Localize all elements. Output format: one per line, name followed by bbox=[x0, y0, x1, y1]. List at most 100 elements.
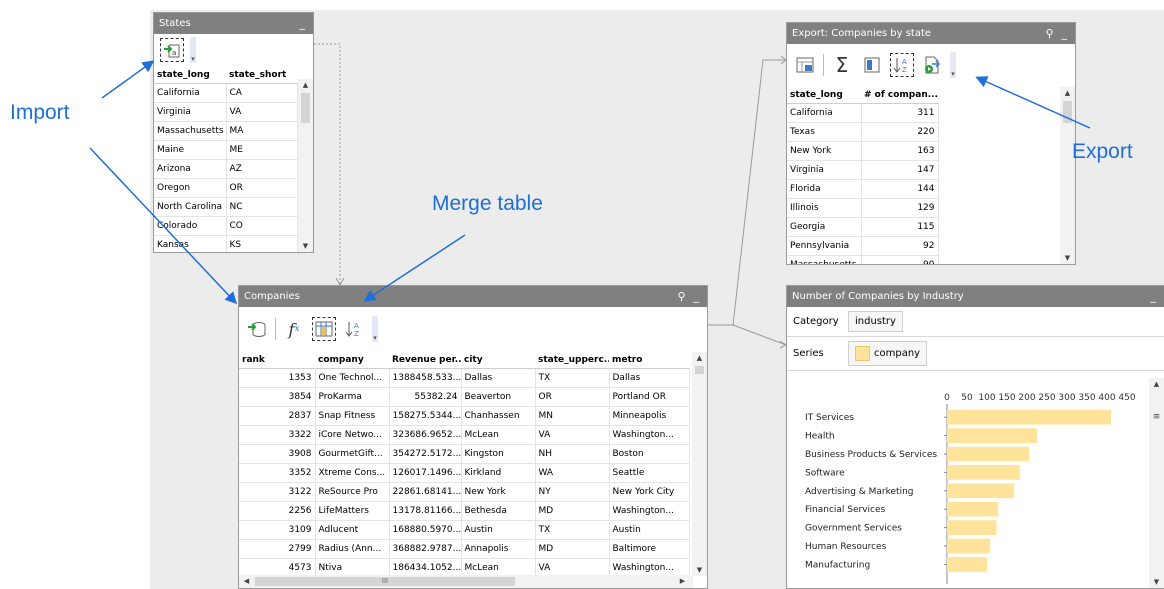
table-row[interactable]: 2837 Snap Fitness 158275.5344... Chanhassen… bbox=[239, 406, 690, 426]
table-cell[interactable]: MD bbox=[535, 539, 610, 559]
table-row[interactable]: 3352 Xtreme Cons... 126017.1496... Kirkland… bbox=[239, 463, 690, 483]
bar[interactable] bbox=[947, 483, 1015, 499]
table-row[interactable]: Oregon OR bbox=[154, 178, 298, 198]
formula-icon[interactable]: fx bbox=[282, 317, 306, 341]
toolbar-overflow-icon[interactable]: ▾ bbox=[190, 37, 196, 63]
table-cell[interactable]: 163 bbox=[861, 141, 939, 161]
table-cell[interactable]: 3322 bbox=[239, 425, 316, 445]
table-cell[interactable]: Florida bbox=[787, 179, 862, 199]
toolbar-overflow-icon[interactable]: ▾ bbox=[950, 52, 956, 78]
table-cell[interactable]: Washington... bbox=[609, 501, 690, 521]
sort-az-icon[interactable]: AZ bbox=[342, 317, 366, 341]
table-cell[interactable]: iCore Netwo... bbox=[315, 425, 390, 445]
table-cell[interactable]: 55382.24 bbox=[389, 387, 462, 407]
table-view-icon[interactable] bbox=[793, 53, 817, 77]
sum-icon[interactable]: Σ bbox=[830, 53, 854, 77]
table-cell[interactable]: OR bbox=[535, 387, 610, 407]
column-header[interactable]: state_long bbox=[787, 86, 861, 104]
table-cell[interactable]: TX bbox=[535, 520, 610, 540]
table-row[interactable]: Arizona AZ bbox=[154, 159, 298, 179]
table-row[interactable]: New York 163 bbox=[787, 141, 939, 161]
bar[interactable] bbox=[947, 465, 1020, 480]
table-cell[interactable]: Adlucent bbox=[315, 520, 390, 540]
merge-table-icon[interactable] bbox=[312, 317, 336, 341]
table-row[interactable]: California CA bbox=[154, 83, 298, 103]
table-cell[interactable]: Austin bbox=[461, 520, 536, 540]
table-cell[interactable]: 2837 bbox=[239, 406, 316, 426]
import-database-icon[interactable] bbox=[245, 317, 269, 341]
bar[interactable] bbox=[947, 409, 1111, 425]
table-cell[interactable]: McLean bbox=[461, 425, 536, 445]
bar[interactable] bbox=[947, 538, 991, 554]
export-titlebar[interactable]: Export: Companies by state ⚲ _ bbox=[787, 23, 1075, 44]
bar[interactable] bbox=[947, 557, 987, 572]
table-cell[interactable]: WA bbox=[535, 463, 610, 483]
table-cell[interactable]: Oregon bbox=[154, 178, 227, 198]
table-cell[interactable]: KS bbox=[226, 235, 298, 252]
table-cell[interactable]: MN bbox=[535, 406, 610, 426]
table-cell[interactable]: ReSource Pro bbox=[315, 482, 390, 502]
table-cell[interactable]: NC bbox=[226, 197, 298, 217]
table-cell[interactable]: Portland OR bbox=[609, 387, 690, 407]
table-cell[interactable]: 92 bbox=[861, 236, 939, 256]
chart-vscroll[interactable]: ▲ ≡ ▼ bbox=[1149, 378, 1164, 588]
table-cell[interactable]: California bbox=[154, 83, 227, 103]
states-scroll-thumb[interactable] bbox=[301, 93, 310, 123]
column-header[interactable]: Revenue per... bbox=[389, 351, 461, 369]
table-cell[interactable]: Virginia bbox=[787, 160, 862, 180]
column-header[interactable]: metro bbox=[609, 351, 689, 369]
minimize-button[interactable]: _ bbox=[1151, 290, 1157, 303]
table-cell[interactable]: Kirkland bbox=[461, 463, 536, 483]
table-cell[interactable]: Baltimore bbox=[609, 539, 690, 559]
table-cell[interactable]: New York bbox=[461, 482, 536, 502]
table-cell[interactable]: Arizona bbox=[154, 159, 227, 179]
table-cell[interactable]: 13178.81166... bbox=[389, 501, 462, 521]
import-data-icon[interactable]: a bbox=[160, 38, 184, 62]
table-cell[interactable]: Annapolis bbox=[461, 539, 536, 559]
table-cell[interactable]: Kingston bbox=[461, 444, 536, 464]
table-cell[interactable]: GourmetGift... bbox=[315, 444, 390, 464]
table-cell[interactable]: 90 bbox=[861, 255, 939, 264]
category-chip[interactable]: industry bbox=[848, 311, 903, 332]
table-cell[interactable]: ProKarma bbox=[315, 387, 390, 407]
companies-vscroll-thumb[interactable] bbox=[695, 366, 704, 374]
table-cell[interactable]: New York bbox=[787, 141, 862, 161]
table-cell[interactable]: 126017.1496... bbox=[389, 463, 462, 483]
table-row[interactable]: Texas 220 bbox=[787, 122, 939, 142]
table-row[interactable]: 2256 LifeMatters 13178.81166... Bethesda MD W… bbox=[239, 501, 690, 521]
table-cell[interactable]: 129 bbox=[861, 198, 939, 218]
table-cell[interactable]: 220 bbox=[861, 122, 939, 142]
table-row[interactable]: Maine ME bbox=[154, 140, 298, 160]
column-header[interactable]: state_short bbox=[226, 66, 297, 84]
bar[interactable] bbox=[947, 520, 997, 535]
table-cell[interactable]: LifeMatters bbox=[315, 501, 390, 521]
table-cell[interactable]: 2799 bbox=[239, 539, 316, 559]
table-cell[interactable]: 3109 bbox=[239, 520, 316, 540]
table-cell[interactable]: North Carolina bbox=[154, 197, 227, 217]
table-cell[interactable]: 3352 bbox=[239, 463, 316, 483]
table-row[interactable]: Pennsylvania 92 bbox=[787, 236, 939, 256]
table-row[interactable]: Georgia 115 bbox=[787, 217, 939, 237]
table-cell[interactable]: NH bbox=[535, 444, 610, 464]
table-cell[interactable]: Massachusetts bbox=[154, 121, 227, 141]
table-cell[interactable]: Maine bbox=[154, 140, 227, 160]
table-row[interactable]: 2799 Radius (Ann... 368882.9787... Annapoli… bbox=[239, 539, 690, 559]
table-cell[interactable]: Austin bbox=[609, 520, 690, 540]
companies-hscroll[interactable]: ◀ III ▶ bbox=[239, 575, 693, 588]
table-cell[interactable]: 2256 bbox=[239, 501, 316, 521]
table-row[interactable]: Virginia 147 bbox=[787, 160, 939, 180]
table-cell[interactable]: Bethesda bbox=[461, 501, 536, 521]
table-cell[interactable]: 311 bbox=[861, 103, 939, 123]
table-cell[interactable]: Illinois bbox=[787, 198, 862, 218]
table-cell[interactable]: 22861.68141... bbox=[389, 482, 462, 502]
table-cell[interactable]: Texas bbox=[787, 122, 862, 142]
bar[interactable] bbox=[947, 446, 1029, 462]
table-cell[interactable]: TX bbox=[535, 368, 610, 388]
series-chip[interactable]: company bbox=[848, 341, 928, 366]
table-cell[interactable]: Beaverton bbox=[461, 387, 536, 407]
table-cell[interactable]: Georgia bbox=[787, 217, 862, 237]
table-cell[interactable]: 158275.5344... bbox=[389, 406, 462, 426]
table-cell[interactable]: 368882.9787... bbox=[389, 539, 462, 559]
table-row[interactable]: Kansas KS bbox=[154, 235, 298, 252]
table-cell[interactable]: Massachusetts bbox=[787, 255, 862, 264]
